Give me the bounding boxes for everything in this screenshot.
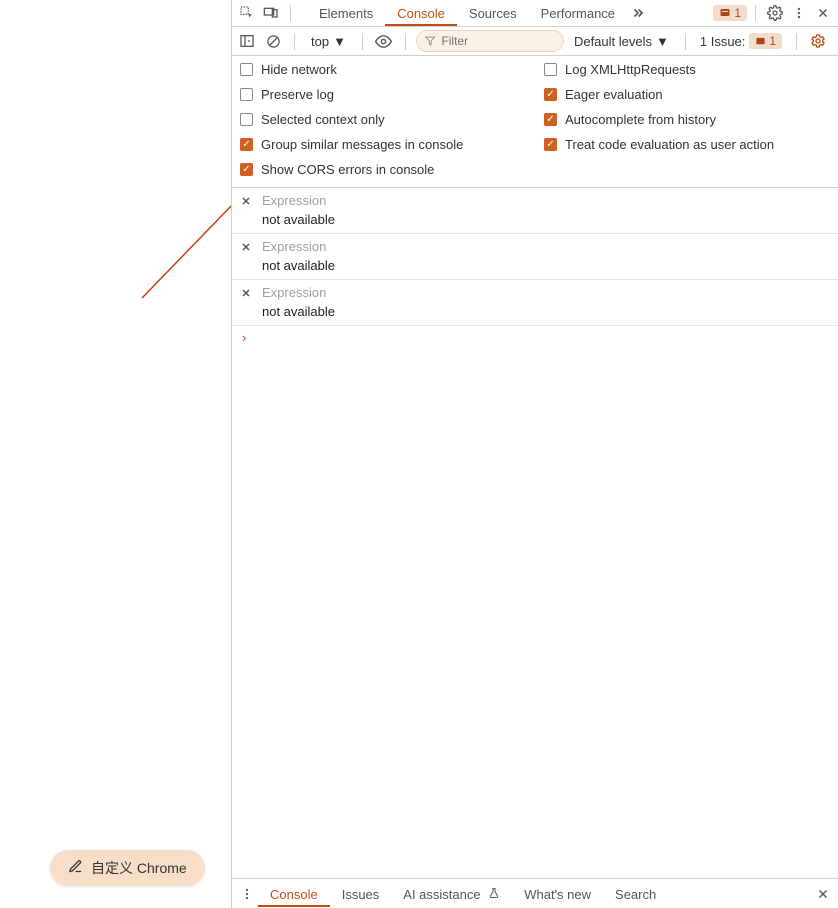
context-label: top bbox=[311, 34, 329, 49]
drawer-tab-console[interactable]: Console bbox=[258, 881, 330, 907]
setting-checkbox[interactable]: Preserve log bbox=[240, 87, 526, 102]
live-expression-row: Expression not available bbox=[232, 280, 838, 326]
setting-label: Autocomplete from history bbox=[565, 112, 716, 127]
customize-chrome-chip[interactable]: 自定义 Chrome bbox=[50, 850, 205, 886]
setting-checkbox[interactable]: Eager evaluation bbox=[544, 87, 830, 102]
checkbox-icon bbox=[544, 88, 557, 101]
remove-expression-icon[interactable] bbox=[240, 195, 254, 209]
settings-gear-icon[interactable] bbox=[764, 2, 786, 24]
setting-checkbox[interactable]: Autocomplete from history bbox=[544, 112, 830, 127]
live-expressions: Expression not available Expression not ava… bbox=[232, 188, 838, 326]
expression-input[interactable]: Expression bbox=[262, 239, 335, 254]
separator bbox=[294, 33, 295, 50]
live-expression-icon[interactable] bbox=[373, 30, 395, 52]
live-expression-row: Expression not available bbox=[232, 188, 838, 234]
setting-label: Show CORS errors in console bbox=[261, 162, 434, 177]
separator bbox=[405, 33, 406, 50]
issues-label: 1 Issue: bbox=[700, 34, 746, 49]
setting-checkbox[interactable]: Log XMLHttpRequests bbox=[544, 62, 830, 77]
tab-performance[interactable]: Performance bbox=[529, 0, 627, 26]
filter-input[interactable] bbox=[441, 34, 555, 48]
drawer-tab-ai-assistance[interactable]: AI assistance bbox=[391, 881, 512, 907]
console-toolbar: top ▼ Default levels ▼ 1 Issue: 1 bbox=[232, 27, 838, 56]
setting-label: Hide network bbox=[261, 62, 337, 77]
issues-count: 1 bbox=[769, 34, 776, 48]
checkbox-icon bbox=[240, 113, 253, 126]
devtools-drawer: Console Issues AI assistance What's new … bbox=[232, 878, 838, 908]
setting-label: Log XMLHttpRequests bbox=[565, 62, 696, 77]
setting-label: Treat code evaluation as user action bbox=[565, 137, 774, 152]
tab-sources[interactable]: Sources bbox=[457, 0, 529, 26]
tab-console[interactable]: Console bbox=[385, 0, 457, 26]
setting-label: Preserve log bbox=[261, 87, 334, 102]
filter-field[interactable] bbox=[416, 30, 564, 52]
log-levels-selector[interactable]: Default levels ▼ bbox=[568, 34, 675, 49]
checkbox-icon bbox=[240, 163, 253, 176]
messages-badge[interactable]: 1 bbox=[713, 5, 747, 21]
pencil-icon bbox=[68, 859, 83, 877]
console-settings: Hide network Log XMLHttpRequests Preserve … bbox=[232, 56, 838, 188]
checkbox-icon bbox=[544, 138, 557, 151]
drawer-menu-icon[interactable] bbox=[236, 883, 258, 905]
clear-console-icon[interactable] bbox=[262, 30, 284, 52]
flask-icon bbox=[488, 887, 500, 902]
drawer-tab-issues[interactable]: Issues bbox=[330, 881, 392, 907]
separator bbox=[755, 5, 756, 22]
setting-label: Eager evaluation bbox=[565, 87, 663, 102]
tab-elements[interactable]: Elements bbox=[307, 0, 385, 26]
setting-label: Group similar messages in console bbox=[261, 137, 463, 152]
separator bbox=[362, 33, 363, 50]
close-devtools-icon[interactable] bbox=[812, 2, 834, 24]
drawer-tab-whats-new[interactable]: What's new bbox=[512, 881, 603, 907]
device-toolbar-icon[interactable] bbox=[260, 2, 282, 24]
drawer-tabs: Console Issues AI assistance What's new … bbox=[258, 881, 668, 907]
expression-input[interactable]: Expression bbox=[262, 285, 335, 300]
checkbox-icon bbox=[240, 88, 253, 101]
inspect-icon[interactable] bbox=[236, 2, 258, 24]
separator bbox=[685, 33, 686, 50]
checkbox-icon bbox=[240, 63, 253, 76]
expression-input[interactable]: Expression bbox=[262, 193, 335, 208]
messages-count: 1 bbox=[734, 6, 741, 20]
setting-checkbox[interactable]: Hide network bbox=[240, 62, 526, 77]
devtools-panel: Elements Console Sources Performance 1 bbox=[231, 0, 838, 908]
remove-expression-icon[interactable] bbox=[240, 287, 254, 301]
levels-label: Default levels bbox=[574, 34, 652, 49]
funnel-icon bbox=[425, 35, 435, 47]
remove-expression-icon[interactable] bbox=[240, 241, 254, 255]
expression-result: not available bbox=[262, 212, 335, 227]
setting-checkbox[interactable]: Selected context only bbox=[240, 112, 526, 127]
chip-label: 自定义 Chrome bbox=[91, 858, 187, 878]
chevron-down-icon: ▼ bbox=[656, 34, 669, 49]
context-selector[interactable]: top ▼ bbox=[305, 32, 352, 51]
devtools-topbar: Elements Console Sources Performance 1 bbox=[232, 0, 838, 27]
separator bbox=[796, 33, 797, 50]
checkbox-icon bbox=[544, 63, 557, 76]
separator bbox=[290, 5, 291, 22]
live-expression-row: Expression not available bbox=[232, 234, 838, 280]
checkbox-icon bbox=[544, 113, 557, 126]
prompt-caret-icon: › bbox=[242, 330, 246, 345]
chevron-down-icon: ▼ bbox=[333, 34, 346, 49]
kebab-menu-icon[interactable] bbox=[788, 2, 810, 24]
expression-result: not available bbox=[262, 258, 335, 273]
close-drawer-icon[interactable] bbox=[812, 883, 834, 905]
setting-checkbox[interactable]: Group similar messages in console bbox=[240, 137, 526, 152]
expression-result: not available bbox=[262, 304, 335, 319]
panel-tabs: Elements Console Sources Performance bbox=[307, 0, 649, 26]
issues-indicator[interactable]: 1 Issue: 1 bbox=[696, 33, 786, 49]
drawer-tab-search[interactable]: Search bbox=[603, 881, 668, 907]
console-settings-gear-icon[interactable] bbox=[807, 30, 829, 52]
more-tabs-icon[interactable] bbox=[627, 2, 649, 24]
setting-checkbox[interactable]: Show CORS errors in console bbox=[240, 162, 526, 177]
setting-checkbox[interactable]: Treat code evaluation as user action bbox=[544, 137, 830, 152]
checkbox-icon bbox=[240, 138, 253, 151]
sidebar-toggle-icon[interactable] bbox=[236, 30, 258, 52]
console-prompt[interactable]: › bbox=[232, 326, 838, 349]
setting-label: Selected context only bbox=[261, 112, 385, 127]
